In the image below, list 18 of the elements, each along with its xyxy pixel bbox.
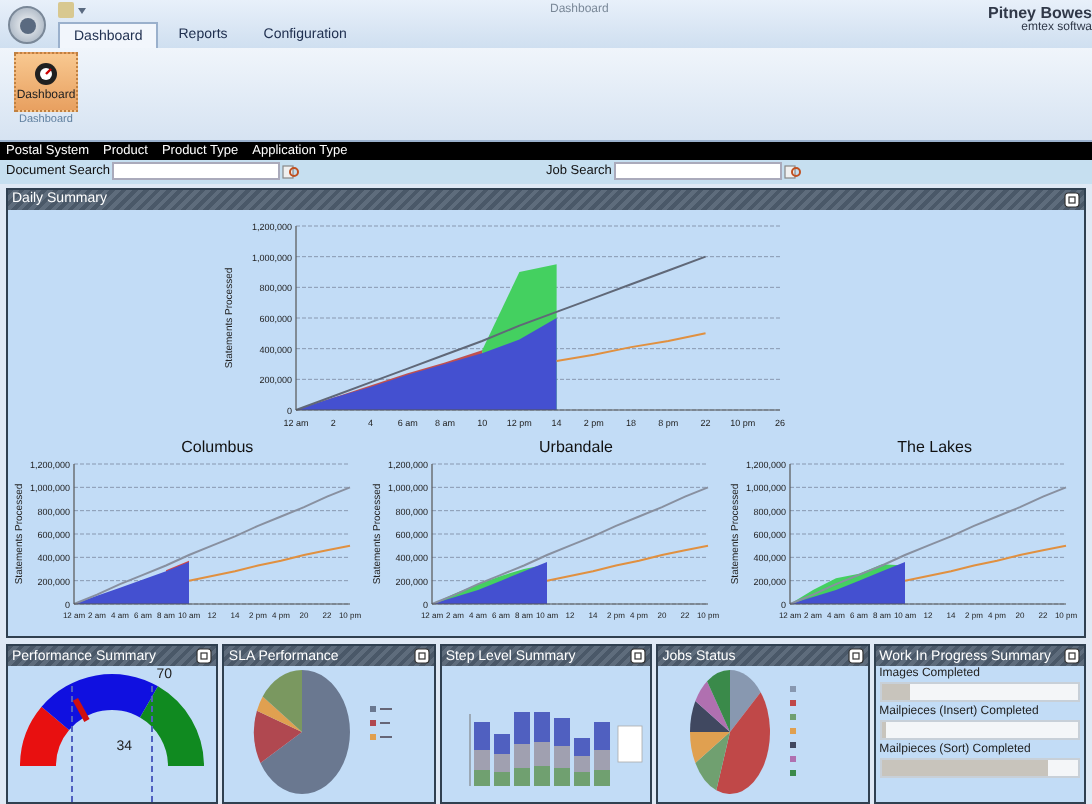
square-icon[interactable] xyxy=(1064,648,1081,664)
chart-title: Urbandale xyxy=(539,437,613,456)
search-field[interactable] xyxy=(613,162,782,181)
square-icon[interactable] xyxy=(1064,191,1080,208)
brand-name: Pitney Bowes xyxy=(987,4,1092,22)
app-menu-icon[interactable] xyxy=(8,6,46,44)
search-field[interactable] xyxy=(112,162,281,181)
chart-title: Columbus xyxy=(181,437,254,456)
square-icon[interactable] xyxy=(630,648,647,664)
quick-access-icon[interactable] xyxy=(58,1,86,17)
dial-icon xyxy=(34,62,58,86)
search-icon[interactable] xyxy=(282,163,301,180)
chart-title: The Lakes xyxy=(897,437,972,456)
square-icon[interactable] xyxy=(847,648,864,664)
search-icon[interactable] xyxy=(783,163,802,180)
square-icon[interactable] xyxy=(413,648,430,664)
square-icon[interactable] xyxy=(196,648,213,664)
chart-area xyxy=(790,561,906,604)
